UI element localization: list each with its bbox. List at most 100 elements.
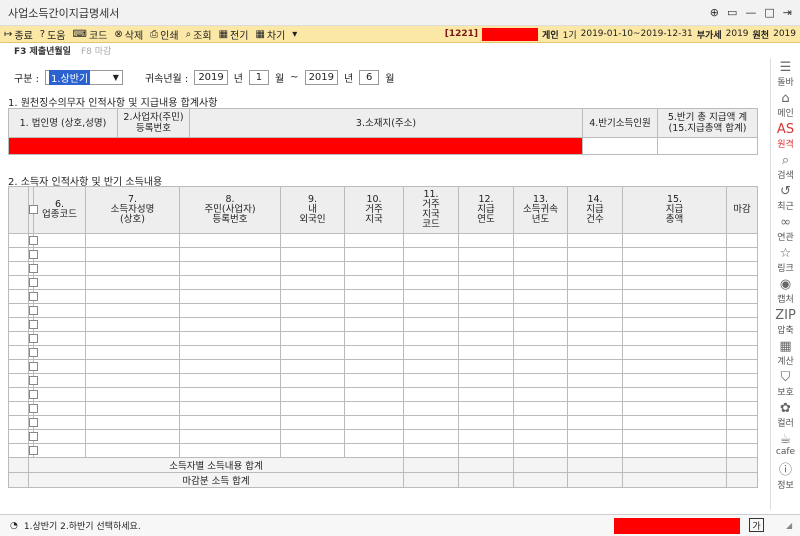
table-cell[interactable] <box>344 317 404 332</box>
table-cell[interactable] <box>280 303 345 318</box>
table-cell[interactable] <box>403 289 459 304</box>
row-checkbox-cell[interactable] <box>28 233 38 248</box>
table-cell[interactable] <box>179 373 281 388</box>
table-cell[interactable] <box>280 415 345 430</box>
table-cell[interactable] <box>622 247 727 262</box>
toolbar-button-6[interactable]: ▦ 전기 <box>219 27 249 42</box>
table-cell[interactable] <box>622 359 727 374</box>
row-checkbox[interactable] <box>29 250 38 259</box>
row-checkbox-cell[interactable] <box>28 275 38 290</box>
table-cell[interactable] <box>280 373 345 388</box>
sidebar-item-4[interactable]: ↺ 최근 <box>777 184 794 215</box>
table-cell[interactable] <box>622 275 727 290</box>
row-checkbox-cell[interactable] <box>28 387 38 402</box>
table-cell[interactable] <box>33 443 86 458</box>
table-cell[interactable] <box>179 359 281 374</box>
table-cell[interactable] <box>403 373 459 388</box>
row-checkbox[interactable] <box>29 264 38 273</box>
table-cell[interactable] <box>726 317 758 332</box>
table-cell[interactable] <box>458 415 514 430</box>
table-cell[interactable] <box>726 289 758 304</box>
table-cell[interactable] <box>33 373 86 388</box>
table-cell[interactable] <box>567 401 623 416</box>
table-cell[interactable] <box>280 275 345 290</box>
row-checkbox[interactable] <box>29 446 38 455</box>
row-checkbox[interactable] <box>29 320 38 329</box>
table-cell[interactable] <box>344 359 404 374</box>
sidebar-item-10[interactable]: ⛉ 보호 <box>777 370 794 401</box>
table-cell[interactable] <box>513 415 568 430</box>
table-cell[interactable] <box>179 387 281 402</box>
table-row[interactable] <box>8 247 758 262</box>
table-cell[interactable] <box>622 233 727 248</box>
table-cell[interactable] <box>344 233 404 248</box>
table-cell[interactable] <box>622 373 727 388</box>
table-cell[interactable] <box>567 247 623 262</box>
table-row[interactable] <box>8 443 758 458</box>
table-cell[interactable] <box>567 387 623 402</box>
table-cell[interactable] <box>85 401 180 416</box>
table-cell[interactable] <box>33 233 86 248</box>
table-cell[interactable] <box>458 331 514 346</box>
table-cell[interactable] <box>458 359 514 374</box>
table-cell[interactable] <box>33 275 86 290</box>
row-checkbox[interactable] <box>29 278 38 287</box>
table-cell[interactable] <box>280 247 345 262</box>
sidebar-item-11[interactable]: ✿ 컬러 <box>777 401 794 432</box>
toolbar-button-1[interactable]: ? 도움 <box>40 27 66 42</box>
table-cell[interactable] <box>458 317 514 332</box>
payer-row[interactable] <box>8 137 583 155</box>
table-cell[interactable] <box>344 275 404 290</box>
table-cell[interactable] <box>280 443 345 458</box>
sidebar-item-5[interactable]: ∞ 연관 <box>777 215 794 246</box>
table-cell[interactable] <box>622 387 727 402</box>
table-cell[interactable] <box>403 331 459 346</box>
toolbar-button-5[interactable]: ⌕ 조회 <box>186 27 212 42</box>
table-row[interactable] <box>8 387 758 402</box>
from-year-input[interactable]: 2019 <box>194 70 228 85</box>
table-cell[interactable] <box>567 289 623 304</box>
gubun-select[interactable]: 1.상반기 ▼ <box>44 70 123 85</box>
table-cell[interactable] <box>179 345 281 360</box>
row-checkbox-cell[interactable] <box>28 373 38 388</box>
table-cell[interactable] <box>33 317 86 332</box>
table-cell[interactable] <box>33 303 86 318</box>
table-row[interactable] <box>8 331 758 346</box>
table-cell[interactable] <box>280 387 345 402</box>
table-row[interactable] <box>8 373 758 388</box>
table-cell[interactable] <box>280 429 345 444</box>
table-cell[interactable] <box>179 289 281 304</box>
table-cell[interactable] <box>33 331 86 346</box>
table-cell[interactable] <box>567 317 623 332</box>
toolbar-button-4[interactable]: ⎙ 인쇄 <box>150 27 178 42</box>
table-cell[interactable] <box>85 317 180 332</box>
table-cell[interactable] <box>403 247 459 262</box>
table-cell[interactable] <box>403 359 459 374</box>
table-cell[interactable] <box>622 289 727 304</box>
table-cell[interactable] <box>179 275 281 290</box>
half-year-recipient-count[interactable] <box>582 137 658 155</box>
table-cell[interactable] <box>33 289 86 304</box>
row-checkbox[interactable] <box>29 348 38 357</box>
window-control-1[interactable]: ▭ <box>727 6 737 19</box>
table-cell[interactable] <box>33 429 86 444</box>
window-control-4[interactable]: ⇥ <box>783 6 792 19</box>
row-checkbox-cell[interactable] <box>28 401 38 416</box>
table-cell[interactable] <box>622 303 727 318</box>
table-cell[interactable] <box>622 261 727 276</box>
table-cell[interactable] <box>179 401 281 416</box>
table-cell[interactable] <box>567 303 623 318</box>
table-cell[interactable] <box>85 233 180 248</box>
table-cell[interactable] <box>344 373 404 388</box>
table-cell[interactable] <box>726 233 758 248</box>
row-checkbox[interactable] <box>29 432 38 441</box>
row-checkbox[interactable] <box>29 390 38 399</box>
table-cell[interactable] <box>33 247 86 262</box>
table-cell[interactable] <box>403 233 459 248</box>
row-checkbox[interactable] <box>29 418 38 427</box>
table-cell[interactable] <box>179 303 281 318</box>
table-row[interactable] <box>8 429 758 444</box>
table-cell[interactable] <box>567 415 623 430</box>
sidebar-item-12[interactable]: ☕ cafe <box>776 432 795 463</box>
table-cell[interactable] <box>280 331 345 346</box>
